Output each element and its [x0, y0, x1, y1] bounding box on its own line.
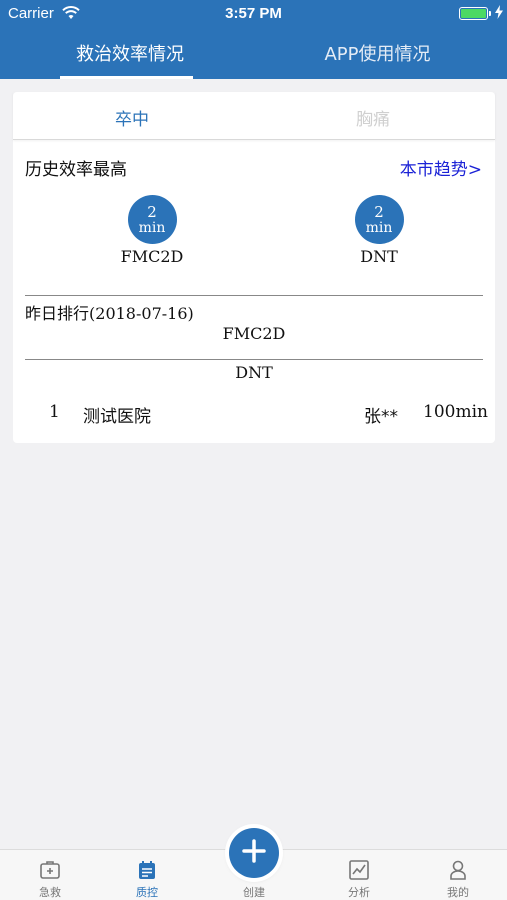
fmc2d-section-label: FMC2D: [222, 324, 286, 343]
app-header: Carrier 3:57 PM 救治效率情况 APP使用情况: [0, 0, 507, 79]
metric-label: DNT: [360, 247, 398, 266]
battery-tip: [489, 11, 491, 16]
segment-chest-pain[interactable]: 胸痛: [356, 105, 390, 130]
hospital-name: 测试医院: [83, 407, 151, 427]
tab-treatment-efficiency[interactable]: 救治效率情况: [60, 40, 200, 66]
first-aid-kit-icon: [39, 859, 61, 881]
tab-label: 创建: [243, 886, 265, 899]
divider: [25, 359, 483, 360]
tab-emergency[interactable]: 急救: [15, 850, 85, 900]
history-best-title: 历史效率最高: [25, 160, 127, 180]
doctor-name: 张**: [364, 407, 398, 427]
metric-fmc2d: 2 min FMC2D: [97, 195, 207, 266]
metric-badge: 2 min: [127, 195, 177, 244]
city-trend-link[interactable]: 本市趋势>: [400, 155, 482, 180]
metric-value: 2: [147, 202, 157, 221]
ranking-date: (2018-07-16): [89, 304, 194, 323]
metric-unit: min: [365, 219, 393, 236]
segment-stroke[interactable]: 卒中: [115, 105, 149, 130]
create-button[interactable]: [229, 828, 279, 878]
metric-unit: min: [138, 219, 166, 236]
tab-quality-control[interactable]: 质控: [112, 850, 182, 900]
status-bar: Carrier 3:57 PM: [0, 0, 507, 28]
chart-icon: [348, 859, 370, 881]
charging-bolt-icon: [495, 5, 503, 23]
status-time: 3:57 PM: [225, 5, 282, 22]
dnt-section-label: DNT: [235, 363, 273, 382]
tab-label: 我的: [447, 886, 469, 899]
person-icon: [447, 859, 469, 881]
calendar-icon: [136, 859, 158, 881]
metric-dnt: 2 min DNT: [324, 195, 434, 266]
metric-value: 2: [374, 202, 384, 221]
active-tab-indicator: [60, 76, 193, 79]
segment-control: 卒中 胸痛: [13, 92, 495, 140]
tab-app-usage[interactable]: APP使用情况: [305, 40, 450, 66]
rank-number: 1: [49, 402, 60, 422]
metric-label: FMC2D: [120, 247, 184, 266]
tab-label: 分析: [348, 886, 370, 899]
divider: [25, 295, 483, 296]
ranking-row[interactable]: 1 测试医院 张** 100min: [13, 402, 495, 427]
top-tab-bar: 救治效率情况 APP使用情况: [0, 28, 507, 79]
ranking-title-text: 昨日排行: [25, 304, 90, 323]
plus-icon: [241, 838, 267, 868]
tab-profile[interactable]: 我的: [423, 850, 493, 900]
efficiency-card: 卒中 胸痛 历史效率最高 本市趋势> 2 min FMC2D 2 min DNT…: [13, 92, 495, 443]
battery-icon: [459, 7, 488, 20]
tab-analysis[interactable]: 分析: [324, 850, 394, 900]
tab-label: 质控: [136, 886, 158, 899]
ranking-time: 100min: [423, 402, 488, 422]
tab-label: 急救: [39, 886, 61, 899]
metric-badge: 2 min: [354, 195, 404, 244]
yesterday-ranking-title: 昨日排行(2018-07-16): [25, 300, 194, 324]
